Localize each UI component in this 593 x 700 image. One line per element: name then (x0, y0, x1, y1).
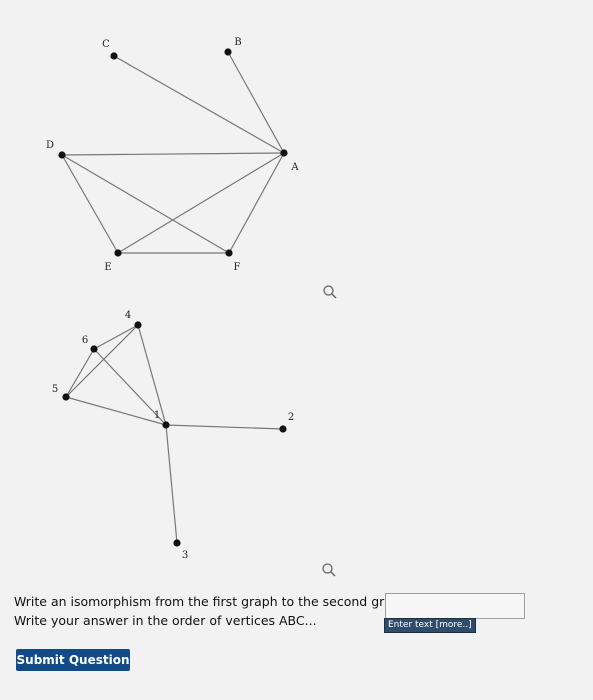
graph1-vertex-label-C: C (102, 39, 110, 50)
graph1-vertex-A (280, 149, 288, 157)
graph1-edge-D-A (61, 152, 285, 156)
graph1-vertex-D (58, 151, 66, 159)
graph1-vertex-E (114, 249, 122, 257)
zoom-icon[interactable] (322, 284, 338, 300)
graph2-edge-1-3 (165, 424, 178, 544)
graph1-vertex-label-D: D (46, 140, 54, 151)
graph2-vertex-4 (134, 321, 142, 329)
submit-question-button[interactable]: Submit Question (16, 649, 130, 671)
graph1-vertex-label-B: B (234, 37, 241, 48)
graph2-edge-1-2 (165, 424, 284, 430)
graph2-vertex-label-2: 2 (288, 412, 294, 423)
graph1-vertex-B (224, 48, 232, 56)
graph1-vertex-label-A: A (290, 162, 299, 173)
graph1-edge-F-A (228, 152, 285, 254)
graph2-vertex-5 (62, 393, 70, 401)
enter-text-hint[interactable]: Enter text [more..] (384, 618, 476, 633)
graph2-vertex-label-5: 5 (52, 384, 58, 395)
graph1-vertex-label-E: E (104, 262, 111, 273)
graphs-figure: A B C D E F 1 2 3 4 5 6 (46, 37, 299, 561)
graph1-vertex-label-F: F (234, 262, 241, 273)
graph2-vertex-6 (90, 345, 98, 353)
graph2-edge-4-5 (65, 324, 139, 398)
graph2-edge-6-4 (93, 324, 139, 350)
question-line-2: Write your answer in the order of vertic… (14, 613, 317, 628)
question-line-1: Write an isomorphism from the first grap… (14, 594, 412, 609)
graph2-vertex-1 (162, 421, 170, 429)
graph2-vertex-2 (279, 425, 287, 433)
graph2-vertex-3 (173, 539, 181, 547)
answer-input[interactable] (385, 593, 525, 619)
graph1-vertex-F (225, 249, 233, 257)
graph1-edge-B-A (227, 51, 285, 154)
zoom-icon[interactable] (321, 562, 337, 578)
graph1-edge-D-F (61, 154, 230, 254)
graph2-vertex-label-3: 3 (182, 550, 188, 561)
graph2-vertex-label-1: 1 (154, 410, 160, 421)
graph2-edge-5-1 (65, 396, 167, 426)
graph1-edge-D-E (61, 154, 119, 254)
graph2-vertex-label-6: 6 (82, 335, 88, 346)
graph1-edge-C-A (113, 55, 285, 154)
graph1-vertex-C (110, 52, 118, 60)
graph2-vertex-label-4: 4 (125, 310, 131, 321)
